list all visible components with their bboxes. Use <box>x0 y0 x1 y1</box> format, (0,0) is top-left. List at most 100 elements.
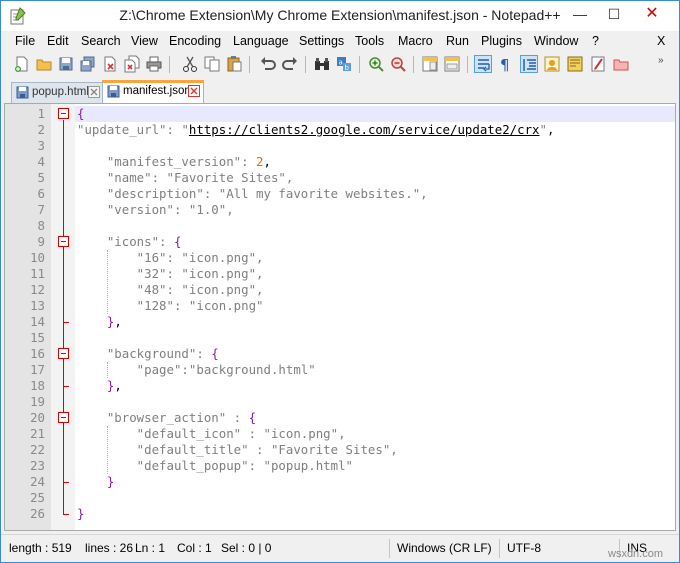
fold-toggle-icon[interactable] <box>58 412 69 423</box>
code-line[interactable]: 3 <box>5 138 675 154</box>
folder-workspace-icon[interactable] <box>612 55 630 73</box>
tab-manifest-json[interactable]: manifest.json <box>102 80 204 103</box>
code-line[interactable]: 11 "32": "icon.png", <box>5 266 675 282</box>
save-all-icon[interactable] <box>79 55 97 73</box>
code-line[interactable]: 2 "update_url": "https://clients2.google.… <box>5 122 675 138</box>
menu-search[interactable]: Search <box>81 34 121 48</box>
new-file-icon[interactable] <box>13 55 31 73</box>
line-text: "background": { <box>77 346 219 362</box>
toolbar-separator <box>467 56 468 73</box>
line-text: "description": "All my favorite websites… <box>77 186 428 202</box>
zoom-in-icon[interactable] <box>367 55 385 73</box>
status-column: Col : 1 <box>177 541 212 555</box>
tab-close-icon[interactable] <box>88 86 100 98</box>
toolbar-overflow-button[interactable]: » <box>658 55 664 66</box>
code-line[interactable]: 8 <box>5 218 675 234</box>
find-icon[interactable] <box>313 55 331 73</box>
sync-vertical-icon[interactable] <box>421 55 439 73</box>
code-line[interactable]: 22 "default_title" : "Favorite Sites", <box>5 442 675 458</box>
fold-toggle-icon[interactable] <box>58 108 69 119</box>
fold-toggle-icon[interactable] <box>58 348 69 359</box>
cut-icon[interactable] <box>181 55 199 73</box>
close-document-button[interactable]: X <box>657 34 665 48</box>
menu-file[interactable]: File <box>15 34 35 48</box>
sync-horizontal-icon[interactable] <box>443 55 461 73</box>
save-icon[interactable] <box>57 55 75 73</box>
close-icon[interactable] <box>101 55 119 73</box>
print-icon[interactable] <box>145 55 163 73</box>
zoom-out-icon[interactable] <box>389 55 407 73</box>
code-line[interactable]: 23 "default_popup": "popup.html" <box>5 458 675 474</box>
code-line[interactable]: 13 "128": "icon.png" <box>5 298 675 314</box>
status-eol-format[interactable]: Windows (CR LF) <box>397 541 492 555</box>
open-file-icon[interactable] <box>35 55 53 73</box>
code-token: { <box>211 346 219 361</box>
code-token: "icons": <box>77 234 174 249</box>
code-token: "update_url": <box>77 122 182 137</box>
code-line[interactable]: 4 "manifest_version": 2, <box>5 154 675 170</box>
indent-guide-icon[interactable] <box>520 55 538 73</box>
code-line[interactable]: 1{ <box>5 106 675 122</box>
code-line[interactable]: 18 }, <box>5 378 675 394</box>
toolbar: ab ¶ » <box>1 52 679 78</box>
code-line[interactable]: 19 <box>5 394 675 410</box>
replace-icon[interactable]: ab <box>335 55 353 73</box>
close-window-button[interactable]: ✕ <box>635 2 669 26</box>
menu-settings[interactable]: Settings <box>299 34 344 48</box>
code-token: "128": "icon.png" <box>77 298 264 313</box>
code-token: { <box>173 234 182 249</box>
tab-close-icon[interactable] <box>188 85 200 97</box>
menu-macro[interactable]: Macro <box>398 34 433 48</box>
copy-icon[interactable] <box>203 55 221 73</box>
code-token: { <box>77 106 85 121</box>
line-number: 3 <box>37 138 45 153</box>
close-all-icon[interactable] <box>123 55 141 73</box>
code-line[interactable]: 7 "version": "1.0", <box>5 202 675 218</box>
code-line[interactable]: 15 <box>5 330 675 346</box>
status-bar: length : 519 lines : 26 Ln : 1 Col : 1 S… <box>1 534 679 562</box>
code-editor[interactable]: 1{2 "update_url": "https://clients2.googl… <box>4 103 676 531</box>
code-line[interactable]: 21 "default_icon" : "icon.png", <box>5 426 675 442</box>
code-line[interactable]: 10 "16": "icon.png", <box>5 250 675 266</box>
line-number: 16 <box>30 346 45 361</box>
document-map-icon[interactable] <box>566 55 584 73</box>
code-line[interactable]: 26} <box>5 506 675 522</box>
tab-popup-html[interactable]: popup.html <box>11 82 103 103</box>
code-line[interactable]: 20 "browser_action" : { <box>5 410 675 426</box>
code-line[interactable]: 9 "icons": { <box>5 234 675 250</box>
code-line[interactable]: 6 "description": "All my favorite websit… <box>5 186 675 202</box>
menu-help[interactable]: ? <box>592 34 599 48</box>
maximize-button[interactable]: ☐ <box>597 2 631 26</box>
menu-view[interactable]: View <box>131 34 158 48</box>
function-list-icon[interactable] <box>589 55 607 73</box>
undo-icon[interactable] <box>259 55 277 73</box>
menu-edit[interactable]: Edit <box>47 34 69 48</box>
word-wrap-icon[interactable] <box>474 55 492 73</box>
menu-run[interactable]: Run <box>446 34 469 48</box>
menu-language[interactable]: Language <box>233 34 289 48</box>
menu-tools[interactable]: Tools <box>355 34 384 48</box>
user-language-icon[interactable] <box>543 55 561 73</box>
minimize-button[interactable]: — <box>563 2 597 26</box>
fold-toggle-icon[interactable] <box>58 236 69 247</box>
code-line[interactable]: 14 }, <box>5 314 675 330</box>
code-line[interactable]: 16 "background": { <box>5 346 675 362</box>
code-line[interactable]: 24 } <box>5 474 675 490</box>
menu-window[interactable]: Window <box>534 34 578 48</box>
menu-plugins[interactable]: Plugins <box>481 34 522 48</box>
paste-icon[interactable] <box>225 55 243 73</box>
code-token: "default_title" : "Favorite Sites", <box>77 442 398 457</box>
code-token: "description": "All my favorite websites… <box>77 186 428 201</box>
line-number: 24 <box>30 474 45 489</box>
show-all-chars-icon[interactable]: ¶ <box>496 55 514 73</box>
code-line[interactable]: 5 "name": "Favorite Sites", <box>5 170 675 186</box>
status-encoding[interactable]: UTF-8 <box>507 541 541 555</box>
code-line[interactable]: 12 "48": "icon.png", <box>5 282 675 298</box>
redo-icon[interactable] <box>281 55 299 73</box>
code-line[interactable]: 25 <box>5 490 675 506</box>
saved-file-icon <box>16 86 29 99</box>
code-token: "browser_action" : <box>77 410 249 425</box>
line-number: 4 <box>37 154 45 169</box>
code-line[interactable]: 17 "page":"background.html" <box>5 362 675 378</box>
menu-encoding[interactable]: Encoding <box>169 34 221 48</box>
